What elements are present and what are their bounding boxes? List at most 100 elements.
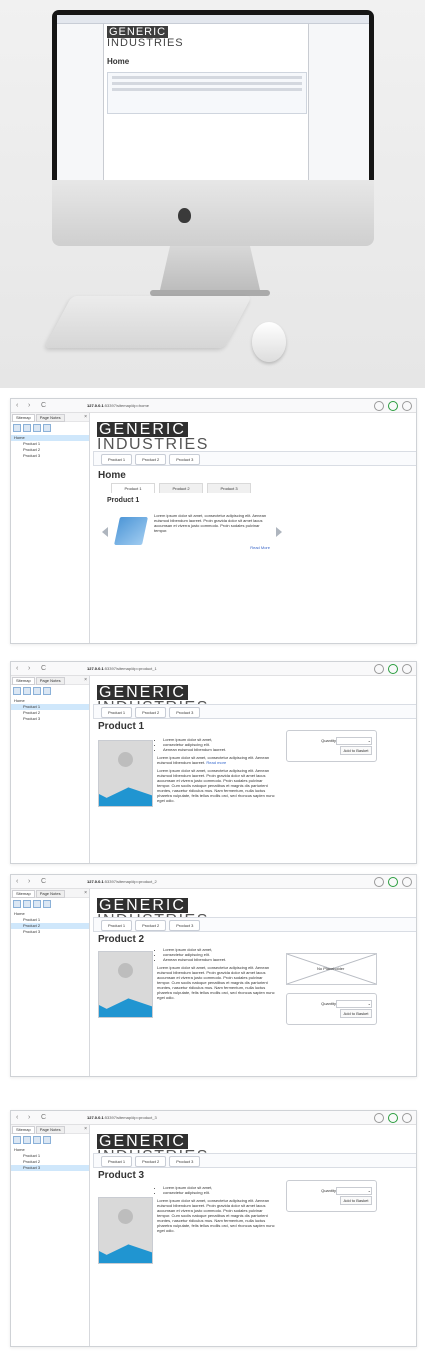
download-icon[interactable] xyxy=(43,900,51,908)
home-icon[interactable] xyxy=(13,687,21,695)
reload-icon[interactable]: C xyxy=(41,877,46,886)
tree-product-3[interactable]: Product 3 xyxy=(11,1165,89,1171)
url-bar[interactable]: 127.0.0.1:53397/sitemap/#p=product_2 xyxy=(87,877,377,886)
add-to-basket-button[interactable]: Add to Basket xyxy=(340,1009,372,1018)
nav-product-2[interactable]: Product 2 xyxy=(135,454,167,465)
tab-page-notes[interactable]: Page Notes xyxy=(35,677,65,685)
add-to-basket-button[interactable]: Add to Basket xyxy=(340,746,372,755)
add-to-basket-button[interactable]: Add to Basket xyxy=(340,1196,372,1205)
basket-panel: Quantity ⌄ Add to Basket xyxy=(286,993,377,1025)
reload-icon[interactable]: C xyxy=(41,401,46,410)
back-icon[interactable]: ‹ xyxy=(16,664,18,673)
browser-window-product-3: ‹ › C 127.0.0.1:53397/sitemap/#p=product… xyxy=(10,1110,417,1347)
product-nav: Product 1 Product 2 Product 3 xyxy=(93,704,416,719)
shield-icon[interactable] xyxy=(374,877,384,887)
close-icon[interactable]: × xyxy=(84,413,87,421)
extension-icon[interactable] xyxy=(388,401,398,411)
back-icon[interactable]: ‹ xyxy=(16,401,18,410)
tree-product-3[interactable]: Product 3 xyxy=(11,929,89,935)
tab-page-notes[interactable]: Page Notes xyxy=(35,890,65,898)
carousel-left-icon[interactable] xyxy=(102,527,108,537)
download-icon[interactable] xyxy=(43,687,51,695)
nav-product-1[interactable]: Product 1 xyxy=(101,920,133,931)
forward-icon[interactable]: › xyxy=(28,1113,30,1122)
read-more-link[interactable]: Read More xyxy=(250,545,270,550)
nav-product-2[interactable]: Product 2 xyxy=(135,920,167,931)
gear-icon[interactable] xyxy=(33,1136,41,1144)
page-content: GENERICINDUSTRIES Product 1 Product 2 Pr… xyxy=(93,1125,416,1346)
shield-icon[interactable] xyxy=(374,664,384,674)
search-icon[interactable] xyxy=(23,424,31,432)
extension-icon[interactable] xyxy=(388,877,398,887)
forward-icon[interactable]: › xyxy=(28,877,30,886)
settings-icon[interactable] xyxy=(402,877,412,887)
search-icon[interactable] xyxy=(23,687,31,695)
nav-product-1[interactable]: Product 1 xyxy=(101,1156,133,1167)
tab-product-2[interactable]: Product 2 xyxy=(159,483,203,493)
nav-product-1[interactable]: Product 1 xyxy=(101,707,133,718)
gear-icon[interactable] xyxy=(33,687,41,695)
tab-page-notes[interactable]: Page Notes xyxy=(35,1126,65,1134)
tree-product-3[interactable]: Product 3 xyxy=(11,716,89,722)
product-heading: Product 1 xyxy=(107,497,140,504)
shield-icon[interactable] xyxy=(374,1113,384,1123)
nav-product-3[interactable]: Product 3 xyxy=(169,454,201,465)
forward-icon[interactable]: › xyxy=(28,664,30,673)
gear-icon[interactable] xyxy=(33,900,41,908)
tab-sitemap[interactable]: Sitemap xyxy=(12,414,35,422)
settings-icon[interactable] xyxy=(402,1113,412,1123)
close-icon[interactable]: × xyxy=(84,889,87,897)
page-title: Product 3 xyxy=(98,1170,145,1181)
mini-page-title: Home xyxy=(107,57,130,66)
reload-icon[interactable]: C xyxy=(41,1113,46,1122)
gear-icon[interactable] xyxy=(33,424,41,432)
url-bar[interactable]: 127.0.0.1:53397/sitemap/#p=home xyxy=(87,401,377,410)
download-icon[interactable] xyxy=(43,1136,51,1144)
home-icon[interactable] xyxy=(13,900,21,908)
quantity-select[interactable]: ⌄ xyxy=(336,737,372,745)
back-icon[interactable]: ‹ xyxy=(16,1113,18,1122)
reload-icon[interactable]: C xyxy=(41,664,46,673)
settings-icon[interactable] xyxy=(402,664,412,674)
carousel-right-icon[interactable] xyxy=(276,527,282,537)
search-icon[interactable] xyxy=(23,1136,31,1144)
url-bar[interactable]: 127.0.0.1:53397/sitemap/#p=product_1 xyxy=(87,664,377,673)
extension-icon[interactable] xyxy=(388,664,398,674)
settings-icon[interactable] xyxy=(402,401,412,411)
close-icon[interactable]: × xyxy=(84,1125,87,1133)
tab-product-1[interactable]: Product 1 xyxy=(111,483,155,493)
tree-product-3[interactable]: Product 3 xyxy=(11,453,89,459)
design-canvas: GENERIC INDUSTRIES Home xyxy=(107,26,307,177)
basket-panel: Quantity ⌄ Add to Basket xyxy=(286,730,377,762)
extension-icon[interactable] xyxy=(388,1113,398,1123)
tab-page-notes[interactable]: Page Notes xyxy=(35,414,65,422)
carousel-text: Lorem ipsum dolor sit amet, consectetur … xyxy=(154,513,267,533)
download-icon[interactable] xyxy=(43,424,51,432)
tab-product-3[interactable]: Product 3 xyxy=(207,483,251,493)
url-bar[interactable]: 127.0.0.1:53397/sitemap/#p=product_3 xyxy=(87,1113,377,1122)
home-icon[interactable] xyxy=(13,1136,21,1144)
tab-sitemap[interactable]: Sitemap xyxy=(12,677,35,685)
close-icon[interactable]: × xyxy=(84,676,87,684)
home-icon[interactable] xyxy=(13,424,21,432)
nav-product-3[interactable]: Product 3 xyxy=(169,920,201,931)
quantity-select[interactable]: ⌄ xyxy=(336,1000,372,1008)
shield-icon[interactable] xyxy=(374,401,384,411)
imac-screen: GENERIC INDUSTRIES Home xyxy=(52,10,374,206)
nav-product-3[interactable]: Product 3 xyxy=(169,1156,201,1167)
page-content: GENERICINDUSTRIES Product 1 Product 2 Pr… xyxy=(93,889,416,1076)
product-description: Lorem ipsum dolor sit amet, consectetur … xyxy=(157,947,275,1003)
nav-product-2[interactable]: Product 2 xyxy=(135,1156,167,1167)
search-icon[interactable] xyxy=(23,900,31,908)
read-more-link[interactable]: Read more xyxy=(206,760,226,765)
tab-sitemap[interactable]: Sitemap xyxy=(12,890,35,898)
quantity-select[interactable]: ⌄ xyxy=(336,1187,372,1195)
nav-product-1[interactable]: Product 1 xyxy=(101,454,133,465)
tab-sitemap[interactable]: Sitemap xyxy=(12,1126,35,1134)
nav-product-3[interactable]: Product 3 xyxy=(169,707,201,718)
forward-icon[interactable]: › xyxy=(28,401,30,410)
back-icon[interactable]: ‹ xyxy=(16,877,18,886)
book-icon xyxy=(114,517,148,545)
nav-product-2[interactable]: Product 2 xyxy=(135,707,167,718)
product-description: Lorem ipsum dolor sit amet, consectetur … xyxy=(157,1185,275,1236)
